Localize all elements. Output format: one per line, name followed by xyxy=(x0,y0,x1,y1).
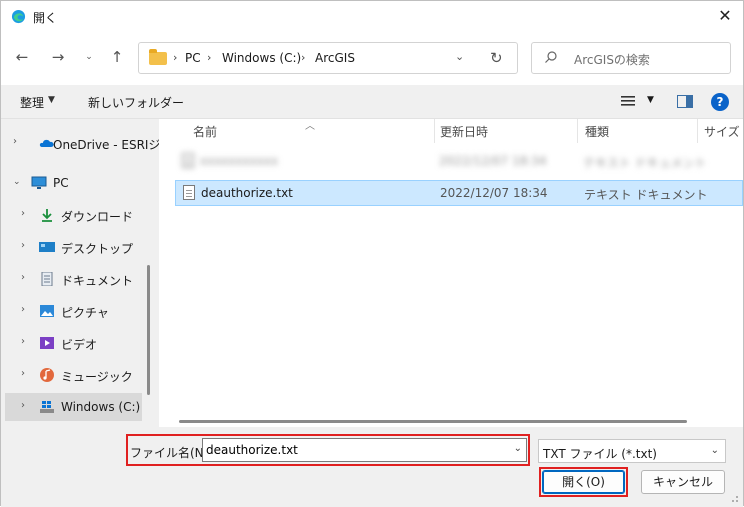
sidebar-item-onedrive[interactable]: › OneDrive - ESRIジ xyxy=(1,129,159,157)
organize-button[interactable]: 整理 xyxy=(20,94,44,111)
command-bar: 整理 ▼ 新しいフォルダー ▼ ? xyxy=(1,85,743,119)
highlight-box xyxy=(126,434,530,466)
file-type: テキスト ドキュメント xyxy=(584,188,708,202)
chevron-right-icon[interactable]: › xyxy=(21,336,25,347)
picture-icon xyxy=(40,305,54,317)
sidebar-item-label: OneDrive - ESRIジ xyxy=(53,138,159,152)
resize-grip-icon[interactable] xyxy=(729,493,739,503)
chevron-right-icon[interactable]: › xyxy=(173,51,177,64)
chevron-right-icon[interactable]: › xyxy=(21,304,25,315)
monitor-icon xyxy=(31,176,47,189)
cancel-button[interactable]: キャンセル xyxy=(641,470,725,494)
folder-icon xyxy=(149,49,167,65)
help-icon[interactable]: ? xyxy=(711,93,729,111)
chevron-right-icon[interactable]: › xyxy=(21,400,25,411)
sidebar-item-desktop[interactable]: › デスクトップ xyxy=(1,233,146,261)
open-file-dialog: 開く ✕ ← → ⌄ ↑ › PC › Windows (C:) › ArcGI… xyxy=(0,0,744,507)
refresh-icon[interactable]: ↻ xyxy=(490,49,503,67)
close-button[interactable]: ✕ xyxy=(713,5,737,29)
column-divider[interactable] xyxy=(577,119,578,143)
chevron-right-icon[interactable]: › xyxy=(207,51,211,64)
column-divider[interactable] xyxy=(434,119,435,143)
drive-icon xyxy=(40,401,54,413)
sidebar-item-videos[interactable]: › ビデオ xyxy=(1,329,146,357)
sidebar-item-music[interactable]: › ミュージック xyxy=(1,361,146,389)
caret-down-icon[interactable]: ▼ xyxy=(647,95,654,105)
video-icon xyxy=(40,337,54,349)
chevron-right-icon[interactable]: › xyxy=(21,208,25,219)
file-list: ︿ 名前 更新日時 種類 サイズ xxxxxxxxxxx 2022/12/07 … xyxy=(159,119,743,427)
horizontal-scrollbar[interactable] xyxy=(179,420,687,423)
file-modified: 2022/12/07 18:34 xyxy=(440,186,548,200)
document-icon xyxy=(41,272,53,286)
sidebar-item-label: ミュージック xyxy=(61,370,133,384)
sidebar-item-downloads[interactable]: › ダウンロード xyxy=(1,201,146,229)
breadcrumb-arcgis[interactable]: ArcGIS xyxy=(315,51,355,65)
search-box[interactable]: ArcGISの検索 xyxy=(531,42,731,74)
sidebar-item-label: ピクチャ xyxy=(61,306,109,320)
search-placeholder: ArcGISの検索 xyxy=(574,53,650,67)
sidebar-item-label: デスクトップ xyxy=(61,242,134,256)
sidebar-item-windows-c[interactable]: › Windows (C:) xyxy=(5,393,142,421)
column-header-name[interactable]: 名前 xyxy=(193,123,217,140)
recent-locations-chevron-icon[interactable]: ⌄ xyxy=(78,47,100,69)
sidebar-item-label: ドキュメント xyxy=(61,274,134,288)
text-file-icon xyxy=(183,185,195,200)
sidebar-item-label: PC xyxy=(53,176,69,190)
filetype-select[interactable]: TXT ファイル (*.txt) ⌄ xyxy=(538,439,726,463)
sidebar-scrollbar[interactable] xyxy=(147,265,150,395)
sidebar-item-pc[interactable]: ⌄ PC xyxy=(1,169,146,197)
download-icon xyxy=(42,209,52,222)
preview-pane-icon[interactable] xyxy=(677,95,693,108)
file-type: テキスト ドキュメント xyxy=(583,156,707,170)
sidebar-item-label: ビデオ xyxy=(61,338,98,352)
desktop-icon xyxy=(39,242,55,252)
sidebar-item-label: ダウンロード xyxy=(61,210,134,224)
file-modified: 2022/12/07 18:34 xyxy=(439,154,547,168)
chevron-right-icon[interactable]: › xyxy=(21,272,25,283)
column-divider[interactable] xyxy=(697,119,698,143)
chevron-right-icon[interactable]: › xyxy=(21,368,25,379)
highlight-box xyxy=(539,467,628,497)
new-folder-button[interactable]: 新しいフォルダー xyxy=(88,94,184,111)
address-bar[interactable]: › PC › Windows (C:) › ArcGIS ⌄ ↻ xyxy=(138,42,518,74)
search-icon xyxy=(545,51,557,63)
up-arrow-icon[interactable]: ↑ xyxy=(106,47,128,69)
breadcrumb-pc[interactable]: PC xyxy=(185,51,201,65)
file-name: xxxxxxxxxxx xyxy=(200,154,279,168)
music-icon xyxy=(40,368,54,382)
column-header-modified[interactable]: 更新日時 xyxy=(440,123,488,140)
title-bar: 開く ✕ xyxy=(1,1,743,33)
chevron-right-icon[interactable]: › xyxy=(13,136,17,147)
sidebar-item-documents[interactable]: › ドキュメント xyxy=(1,265,146,293)
file-name: deauthorize.txt xyxy=(201,186,293,200)
chevron-right-icon[interactable]: › xyxy=(21,240,25,251)
back-arrow-icon[interactable]: ← xyxy=(11,47,33,69)
navigation-bar: ← → ⌄ ↑ › PC › Windows (C:) › ArcGIS ⌄ ↻… xyxy=(1,39,743,79)
view-list-icon[interactable] xyxy=(621,95,635,107)
chevron-down-icon[interactable]: ⌄ xyxy=(455,50,464,63)
forward-arrow-icon[interactable]: → xyxy=(47,47,69,69)
sidebar-item-pictures[interactable]: › ピクチャ xyxy=(1,297,146,325)
edge-icon xyxy=(11,9,26,24)
sidebar-item-label: Windows (C:) xyxy=(61,400,141,414)
breadcrumb-windows-c[interactable]: Windows (C:) xyxy=(222,51,301,65)
caret-down-icon[interactable]: ▼ xyxy=(48,95,55,105)
navigation-pane: › OneDrive - ESRIジ ⌄ PC › ダウンロード › デスクトッ… xyxy=(1,119,159,427)
column-header-type[interactable]: 種類 xyxy=(585,123,609,140)
chevron-down-icon[interactable]: ⌄ xyxy=(13,177,21,187)
table-row[interactable]: xxxxxxxxxxx 2022/12/07 18:34 テキスト ドキュメント xyxy=(175,149,743,175)
window-title: 開く xyxy=(33,11,58,25)
sort-ascending-icon: ︿ xyxy=(305,121,315,132)
chevron-right-icon[interactable]: › xyxy=(301,51,305,64)
text-file-icon xyxy=(182,153,194,168)
dialog-footer: ファイル名(N): ⌄ TXT ファイル (*.txt) ⌄ 開く(O) キャン… xyxy=(1,427,743,507)
column-header-size[interactable]: サイズ xyxy=(704,123,740,140)
table-row[interactable]: deauthorize.txt 2022/12/07 18:34 テキスト ドキ… xyxy=(175,180,743,206)
filetype-value: TXT ファイル (*.txt) xyxy=(543,447,657,461)
chevron-down-icon[interactable]: ⌄ xyxy=(711,445,719,456)
